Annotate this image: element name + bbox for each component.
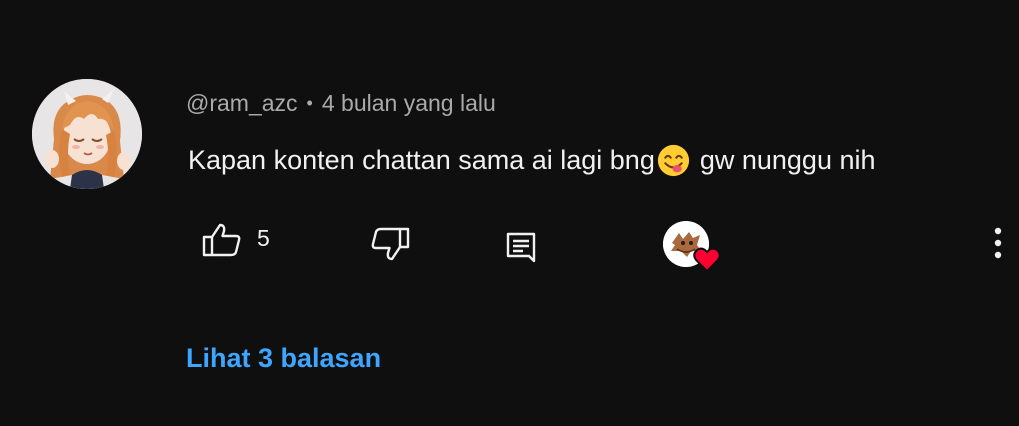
comment-text: Kapan konten chattan sama ai lagi bng gw… xyxy=(188,140,876,180)
avatar[interactable] xyxy=(32,79,142,189)
thumb-down-icon xyxy=(371,227,410,261)
thumb-up-icon xyxy=(202,223,241,257)
like-count: 5 xyxy=(257,225,270,251)
comment-meta: @ram_azc • 4 bulan yang lalu xyxy=(186,88,496,118)
author-handle[interactable]: @ram_azc xyxy=(186,90,298,117)
reply-button[interactable] xyxy=(505,231,537,267)
comment-time[interactable]: 4 bulan yang lalu xyxy=(322,90,496,117)
creator-heart[interactable] xyxy=(663,221,723,273)
like-button[interactable] xyxy=(201,222,243,258)
dislike-button[interactable] xyxy=(369,226,411,262)
comment-text-part-1: Kapan konten chattan sama ai lagi bng xyxy=(188,144,655,175)
reply-comment-icon xyxy=(506,232,536,263)
anime-girl-avatar-icon xyxy=(32,79,142,189)
comment-thread: @ram_azc • 4 bulan yang lalu Kapan konte… xyxy=(0,0,1019,426)
more-options-button[interactable] xyxy=(984,222,1012,264)
creator-heart-icon xyxy=(693,247,721,273)
more-vertical-icon xyxy=(994,227,1002,259)
meta-separator: • xyxy=(306,92,313,113)
comment-text-part-2: gw nunggu nih xyxy=(699,144,876,175)
view-replies-link[interactable]: Lihat 3 balasan xyxy=(186,343,381,374)
face-savoring-food-emoji-icon xyxy=(657,144,690,177)
